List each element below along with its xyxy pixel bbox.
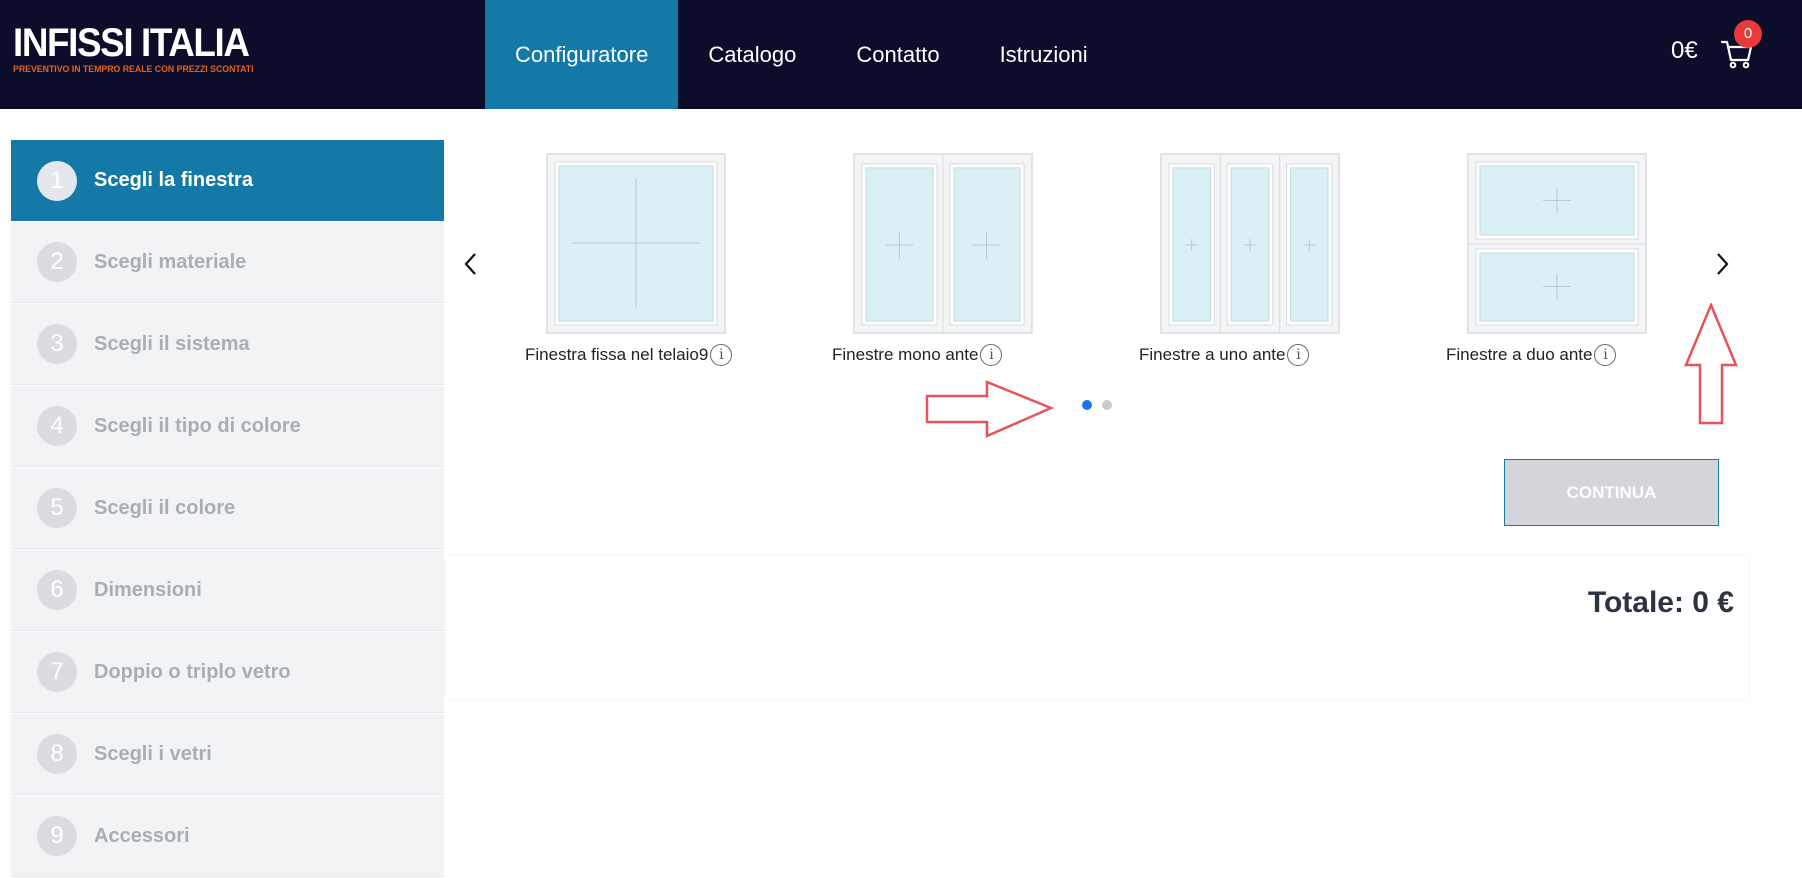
main-nav: Configuratore Catalogo Contatto Istruzio… xyxy=(485,0,1118,109)
step-accessori[interactable]: 9 Accessori xyxy=(11,796,444,877)
caption-text: Finestre mono ante xyxy=(832,345,979,364)
step-scegli-il-sistema[interactable]: 3 Scegli il sistema xyxy=(11,304,444,385)
carousel-next-icon[interactable] xyxy=(1708,244,1738,284)
window-option-fissa[interactable] xyxy=(546,153,726,339)
window-fixed-image xyxy=(546,153,726,334)
caption-text: Finestra fissa nel telaio9 xyxy=(525,345,709,364)
step-label: Scegli il tipo di colore xyxy=(94,414,301,437)
step-number: 5 xyxy=(37,488,77,528)
step-scegli-materiale[interactable]: 2 Scegli materiale xyxy=(11,222,444,303)
steps-sidebar: 1 Scegli la finestra 2 Scegli materiale … xyxy=(11,140,444,878)
window-caption-mono-ante: Finestre mono ante i xyxy=(832,344,1003,366)
window-caption-fissa: Finestra fissa nel telaio9 i xyxy=(525,344,733,366)
window-three-pane-image xyxy=(1160,153,1340,334)
window-caption-uno-ante: Finestre a uno ante i xyxy=(1139,344,1310,366)
cart-count-badge: 0 xyxy=(1734,20,1762,48)
carousel-dot-2[interactable] xyxy=(1102,400,1112,410)
step-label: Dimensioni xyxy=(94,578,202,601)
step-scegli-la-finestra[interactable]: 1 Scegli la finestra xyxy=(11,140,444,221)
step-number: 8 xyxy=(37,734,77,774)
step-label: Scegli il colore xyxy=(94,496,236,519)
step-number: 1 xyxy=(37,160,77,201)
total-amount: Totale: 0 € xyxy=(1587,586,1734,619)
step-label: Accessori xyxy=(94,824,190,847)
step-scegli-il-colore[interactable]: 5 Scegli il colore xyxy=(11,468,444,549)
logo-title: INFISSI ITALIA xyxy=(13,21,250,65)
window-stacked-pane-image xyxy=(1467,153,1647,334)
window-caption-duo-ante: Finestre a duo ante i xyxy=(1446,344,1617,366)
caption-text: Finestre a uno ante xyxy=(1139,345,1286,364)
carousel-prev-icon[interactable] xyxy=(455,244,485,284)
window-option-duo-ante[interactable] xyxy=(1467,153,1647,339)
step-number: 2 xyxy=(37,242,77,282)
top-header: INFISSI ITALIA PREVENTIVO IN TEMPRO REAL… xyxy=(0,0,1802,109)
carousel-dot-1[interactable] xyxy=(1082,400,1092,410)
step-label: Scegli la finestra xyxy=(94,169,253,191)
caption-text: Finestre a duo ante xyxy=(1446,345,1593,364)
step-label: Doppio o triplo vetro xyxy=(94,660,291,683)
step-number: 9 xyxy=(37,816,77,856)
window-option-uno-ante[interactable] xyxy=(1160,153,1340,339)
logo-subtitle: PREVENTIVO IN TEMPRO REALE CON PREZZI SC… xyxy=(13,64,254,75)
step-number: 7 xyxy=(37,652,77,692)
info-icon[interactable]: i xyxy=(980,344,1003,366)
step-label: Scegli il sistema xyxy=(94,332,250,355)
step-number: 6 xyxy=(37,570,77,610)
window-two-pane-image xyxy=(853,153,1033,334)
annotation-up-arrow-icon xyxy=(1684,303,1738,425)
total-panel: Totale: 0 € xyxy=(446,556,1748,699)
step-number: 4 xyxy=(37,406,77,446)
nav-istruzioni[interactable]: Istruzioni xyxy=(970,0,1118,109)
step-number: 3 xyxy=(37,324,77,364)
nav-configuratore[interactable]: Configuratore xyxy=(485,0,679,109)
step-dimensioni[interactable]: 6 Dimensioni xyxy=(11,550,444,631)
site-logo[interactable]: INFISSI ITALIA PREVENTIVO IN TEMPRO REAL… xyxy=(13,22,274,75)
step-scegli-i-vetri[interactable]: 8 Scegli i vetri xyxy=(11,714,444,795)
cart-total[interactable]: 0€ xyxy=(1671,37,1698,65)
info-icon[interactable]: i xyxy=(1287,344,1310,366)
step-label: Scegli i vetri xyxy=(94,742,212,765)
continue-button[interactable]: CONTINUA xyxy=(1504,459,1719,526)
window-option-mono-ante[interactable] xyxy=(853,153,1033,339)
info-icon[interactable]: i xyxy=(710,344,733,366)
nav-catalogo[interactable]: Catalogo xyxy=(678,0,826,109)
nav-contatto[interactable]: Contatto xyxy=(826,0,969,109)
annotation-right-arrow-icon xyxy=(925,380,1055,438)
step-doppio-triplo-vetro[interactable]: 7 Doppio o triplo vetro xyxy=(11,632,444,713)
info-icon[interactable]: i xyxy=(1594,344,1617,366)
step-label: Scegli materiale xyxy=(94,250,247,273)
step-scegli-tipo-colore[interactable]: 4 Scegli il tipo di colore xyxy=(11,386,444,467)
